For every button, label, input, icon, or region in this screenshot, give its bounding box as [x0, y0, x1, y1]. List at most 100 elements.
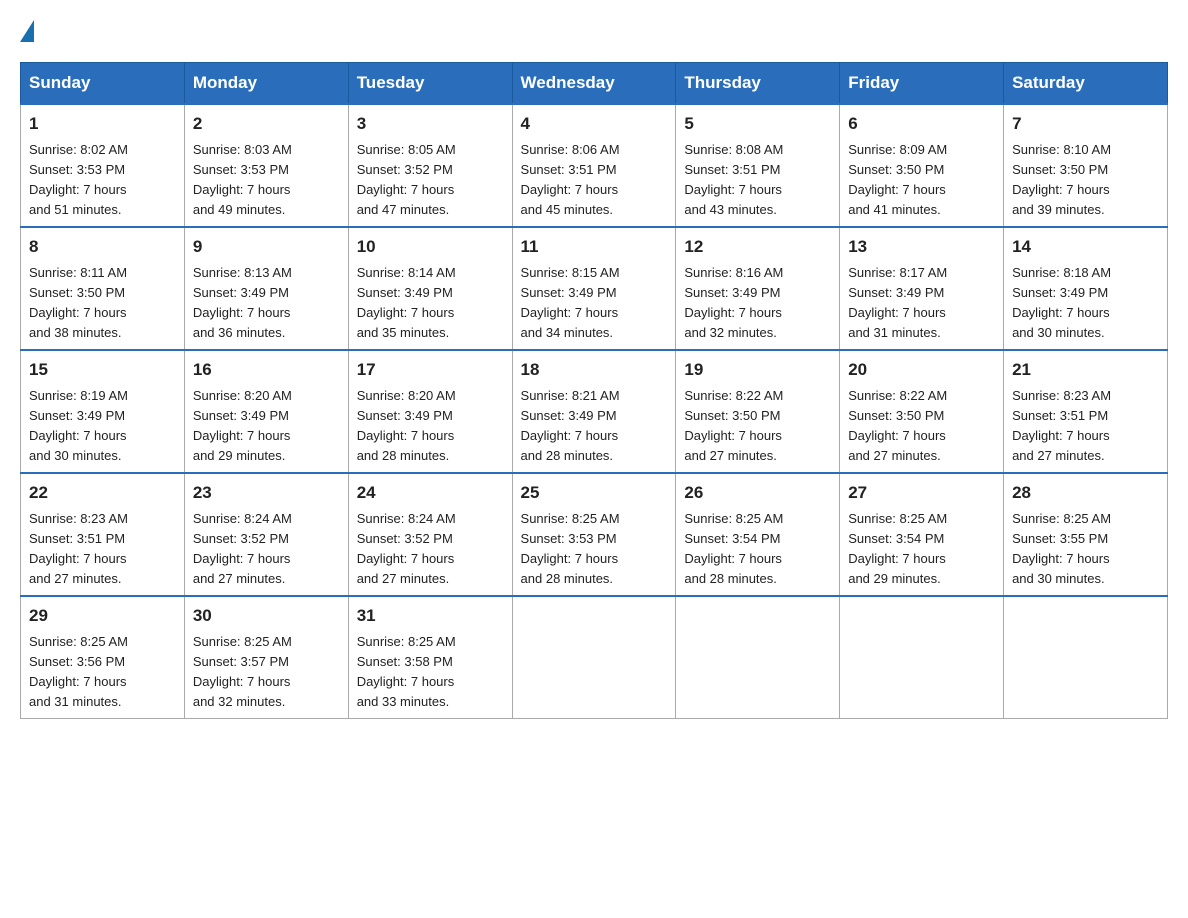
- day-info: Sunrise: 8:24 AMSunset: 3:52 PMDaylight:…: [357, 511, 456, 586]
- day-number: 4: [521, 111, 668, 137]
- day-info: Sunrise: 8:10 AMSunset: 3:50 PMDaylight:…: [1012, 142, 1111, 217]
- day-number: 3: [357, 111, 504, 137]
- calendar-header-thursday: Thursday: [676, 63, 840, 105]
- calendar-week-row: 29 Sunrise: 8:25 AMSunset: 3:56 PMDayligh…: [21, 596, 1168, 719]
- day-info: Sunrise: 8:20 AMSunset: 3:49 PMDaylight:…: [193, 388, 292, 463]
- day-number: 9: [193, 234, 340, 260]
- day-info: Sunrise: 8:15 AMSunset: 3:49 PMDaylight:…: [521, 265, 620, 340]
- day-number: 2: [193, 111, 340, 137]
- calendar-header-sunday: Sunday: [21, 63, 185, 105]
- calendar-cell: 6 Sunrise: 8:09 AMSunset: 3:50 PMDaylight…: [840, 104, 1004, 227]
- day-number: 5: [684, 111, 831, 137]
- calendar-cell: 21 Sunrise: 8:23 AMSunset: 3:51 PMDayligh…: [1004, 350, 1168, 473]
- calendar-cell: 27 Sunrise: 8:25 AMSunset: 3:54 PMDayligh…: [840, 473, 1004, 596]
- day-number: 12: [684, 234, 831, 260]
- calendar-week-row: 22 Sunrise: 8:23 AMSunset: 3:51 PMDayligh…: [21, 473, 1168, 596]
- day-number: 29: [29, 603, 176, 629]
- day-number: 6: [848, 111, 995, 137]
- calendar-cell: 10Sunrise: 8:14 AMSunset: 3:49 PMDayligh…: [348, 227, 512, 350]
- day-info: Sunrise: 8:20 AMSunset: 3:49 PMDaylight:…: [357, 388, 456, 463]
- day-info: Sunrise: 8:05 AMSunset: 3:52 PMDaylight:…: [357, 142, 456, 217]
- calendar-cell: [1004, 596, 1168, 719]
- day-info: Sunrise: 8:25 AMSunset: 3:56 PMDaylight:…: [29, 634, 128, 709]
- logo-triangle-icon: [20, 20, 34, 42]
- calendar-cell: 23 Sunrise: 8:24 AMSunset: 3:52 PMDayligh…: [184, 473, 348, 596]
- calendar-cell: 9 Sunrise: 8:13 AMSunset: 3:49 PMDaylight…: [184, 227, 348, 350]
- calendar-header-friday: Friday: [840, 63, 1004, 105]
- day-number: 22: [29, 480, 176, 506]
- day-info: Sunrise: 8:18 AMSunset: 3:49 PMDaylight:…: [1012, 265, 1111, 340]
- day-number: 15: [29, 357, 176, 383]
- calendar-cell: 5 Sunrise: 8:08 AMSunset: 3:51 PMDaylight…: [676, 104, 840, 227]
- day-info: Sunrise: 8:23 AMSunset: 3:51 PMDaylight:…: [1012, 388, 1111, 463]
- page-header: [20, 20, 1168, 42]
- calendar-cell: 20 Sunrise: 8:22 AMSunset: 3:50 PMDayligh…: [840, 350, 1004, 473]
- day-info: Sunrise: 8:23 AMSunset: 3:51 PMDaylight:…: [29, 511, 128, 586]
- logo: [20, 20, 36, 42]
- day-number: 17: [357, 357, 504, 383]
- calendar-cell: 16 Sunrise: 8:20 AMSunset: 3:49 PMDayligh…: [184, 350, 348, 473]
- day-info: Sunrise: 8:17 AMSunset: 3:49 PMDaylight:…: [848, 265, 947, 340]
- day-info: Sunrise: 8:08 AMSunset: 3:51 PMDaylight:…: [684, 142, 783, 217]
- day-info: Sunrise: 8:24 AMSunset: 3:52 PMDaylight:…: [193, 511, 292, 586]
- calendar-cell: 28 Sunrise: 8:25 AMSunset: 3:55 PMDayligh…: [1004, 473, 1168, 596]
- calendar-header-row: SundayMondayTuesdayWednesdayThursdayFrid…: [21, 63, 1168, 105]
- day-number: 30: [193, 603, 340, 629]
- calendar-cell: [676, 596, 840, 719]
- day-number: 18: [521, 357, 668, 383]
- day-number: 28: [1012, 480, 1159, 506]
- calendar-cell: 29 Sunrise: 8:25 AMSunset: 3:56 PMDayligh…: [21, 596, 185, 719]
- calendar-week-row: 15 Sunrise: 8:19 AMSunset: 3:49 PMDayligh…: [21, 350, 1168, 473]
- day-number: 31: [357, 603, 504, 629]
- day-info: Sunrise: 8:11 AMSunset: 3:50 PMDaylight:…: [29, 265, 127, 340]
- calendar-cell: [840, 596, 1004, 719]
- day-info: Sunrise: 8:06 AMSunset: 3:51 PMDaylight:…: [521, 142, 620, 217]
- calendar-cell: 15 Sunrise: 8:19 AMSunset: 3:49 PMDayligh…: [21, 350, 185, 473]
- calendar-cell: 11 Sunrise: 8:15 AMSunset: 3:49 PMDayligh…: [512, 227, 676, 350]
- day-info: Sunrise: 8:25 AMSunset: 3:55 PMDaylight:…: [1012, 511, 1111, 586]
- day-number: 20: [848, 357, 995, 383]
- calendar-cell: 14 Sunrise: 8:18 AMSunset: 3:49 PMDayligh…: [1004, 227, 1168, 350]
- day-info: Sunrise: 8:25 AMSunset: 3:57 PMDaylight:…: [193, 634, 292, 709]
- calendar-header-monday: Monday: [184, 63, 348, 105]
- calendar-cell: 24Sunrise: 8:24 AMSunset: 3:52 PMDayligh…: [348, 473, 512, 596]
- calendar-cell: 18 Sunrise: 8:21 AMSunset: 3:49 PMDayligh…: [512, 350, 676, 473]
- day-number: 13: [848, 234, 995, 260]
- day-number: 25: [521, 480, 668, 506]
- day-info: Sunrise: 8:09 AMSunset: 3:50 PMDaylight:…: [848, 142, 947, 217]
- day-number: 10: [357, 234, 504, 260]
- day-info: Sunrise: 8:25 AMSunset: 3:54 PMDaylight:…: [684, 511, 783, 586]
- day-info: Sunrise: 8:16 AMSunset: 3:49 PMDaylight:…: [684, 265, 783, 340]
- calendar-cell: 3 Sunrise: 8:05 AMSunset: 3:52 PMDaylight…: [348, 104, 512, 227]
- calendar-cell: 2Sunrise: 8:03 AMSunset: 3:53 PMDaylight…: [184, 104, 348, 227]
- day-number: 21: [1012, 357, 1159, 383]
- day-number: 19: [684, 357, 831, 383]
- day-number: 1: [29, 111, 176, 137]
- day-number: 27: [848, 480, 995, 506]
- calendar-cell: 25Sunrise: 8:25 AMSunset: 3:53 PMDayligh…: [512, 473, 676, 596]
- day-info: Sunrise: 8:13 AMSunset: 3:49 PMDaylight:…: [193, 265, 292, 340]
- day-info: Sunrise: 8:21 AMSunset: 3:49 PMDaylight:…: [521, 388, 620, 463]
- calendar-cell: 8Sunrise: 8:11 AMSunset: 3:50 PMDaylight…: [21, 227, 185, 350]
- calendar-week-row: 1Sunrise: 8:02 AMSunset: 3:53 PMDaylight…: [21, 104, 1168, 227]
- calendar-table: SundayMondayTuesdayWednesdayThursdayFrid…: [20, 62, 1168, 719]
- calendar-cell: 17 Sunrise: 8:20 AMSunset: 3:49 PMDayligh…: [348, 350, 512, 473]
- calendar-cell: 30 Sunrise: 8:25 AMSunset: 3:57 PMDayligh…: [184, 596, 348, 719]
- day-number: 11: [521, 234, 668, 260]
- calendar-cell: 12 Sunrise: 8:16 AMSunset: 3:49 PMDayligh…: [676, 227, 840, 350]
- day-info: Sunrise: 8:22 AMSunset: 3:50 PMDaylight:…: [848, 388, 947, 463]
- day-number: 26: [684, 480, 831, 506]
- calendar-cell: 7Sunrise: 8:10 AMSunset: 3:50 PMDaylight…: [1004, 104, 1168, 227]
- day-number: 14: [1012, 234, 1159, 260]
- day-info: Sunrise: 8:25 AMSunset: 3:54 PMDaylight:…: [848, 511, 947, 586]
- calendar-cell: 26 Sunrise: 8:25 AMSunset: 3:54 PMDayligh…: [676, 473, 840, 596]
- day-info: Sunrise: 8:19 AMSunset: 3:49 PMDaylight:…: [29, 388, 128, 463]
- calendar-header-wednesday: Wednesday: [512, 63, 676, 105]
- calendar-cell: 1Sunrise: 8:02 AMSunset: 3:53 PMDaylight…: [21, 104, 185, 227]
- calendar-cell: 19Sunrise: 8:22 AMSunset: 3:50 PMDayligh…: [676, 350, 840, 473]
- calendar-cell: [512, 596, 676, 719]
- calendar-week-row: 8Sunrise: 8:11 AMSunset: 3:50 PMDaylight…: [21, 227, 1168, 350]
- day-number: 23: [193, 480, 340, 506]
- calendar-header-tuesday: Tuesday: [348, 63, 512, 105]
- day-number: 16: [193, 357, 340, 383]
